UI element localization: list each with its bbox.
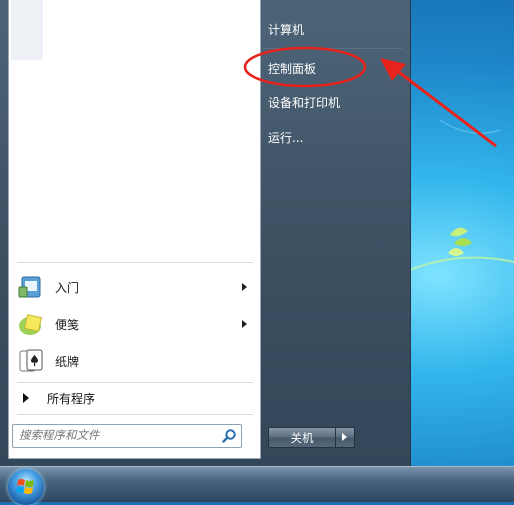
all-programs-label: 所有程序 <box>47 391 96 406</box>
program-item-getting-started[interactable]: 入门 <box>11 270 257 304</box>
expand-arrow-icon <box>23 393 29 403</box>
shutdown-group: 关机 <box>268 427 356 448</box>
start-menu: 入门 便笺 纸牌 所有程序 搜索程序和文件 计算机 控制面板 设备和打印机 运行… <box>0 0 411 466</box>
program-item-solitaire[interactable]: 纸牌 <box>11 344 257 378</box>
search-icon[interactable] <box>221 428 237 444</box>
right-item-computer[interactable]: 计算机 <box>268 15 402 43</box>
windows-logo-icon <box>16 479 34 494</box>
right-pane-separator <box>262 48 402 49</box>
chevron-right-icon <box>342 433 347 441</box>
programs-pane: 入门 便笺 纸牌 所有程序 <box>8 0 261 459</box>
all-programs-button[interactable]: 所有程序 <box>11 386 257 410</box>
shutdown-options-button[interactable] <box>336 427 355 448</box>
submenu-arrow-icon[interactable] <box>242 283 247 291</box>
wallpaper-decoration <box>409 119 514 271</box>
right-item-control-panel[interactable]: 控制面板 <box>268 54 402 82</box>
control-panel-label: 控制面板 <box>268 61 317 76</box>
program-item-sticky-notes[interactable]: 便笺 <box>11 307 257 341</box>
programs-separator-top <box>17 262 253 263</box>
devices-label: 设备和打印机 <box>268 95 341 110</box>
computer-label: 计算机 <box>268 22 305 37</box>
shutdown-label: 关机 <box>290 430 314 445</box>
right-item-devices-and-printers[interactable]: 设备和打印机 <box>268 88 402 116</box>
search-box[interactable] <box>12 424 242 448</box>
sticky-notes-icon <box>17 310 45 338</box>
search-input[interactable] <box>19 425 209 445</box>
shutdown-button[interactable]: 关机 <box>268 427 336 448</box>
right-item-run[interactable]: 运行... <box>268 123 402 151</box>
taskbar <box>0 466 514 502</box>
run-label: 运行... <box>268 130 304 145</box>
program-label: 纸牌 <box>55 354 80 369</box>
getting-started-icon <box>17 273 45 301</box>
start-button[interactable] <box>8 469 44 505</box>
submenu-arrow-icon[interactable] <box>242 320 247 328</box>
program-label: 入门 <box>55 280 80 295</box>
search-separator <box>17 414 253 415</box>
program-label: 便笺 <box>55 317 80 332</box>
solitaire-icon <box>17 347 45 375</box>
leaf-icon <box>448 227 472 256</box>
pinned-area <box>11 0 43 60</box>
programs-separator <box>17 382 253 383</box>
